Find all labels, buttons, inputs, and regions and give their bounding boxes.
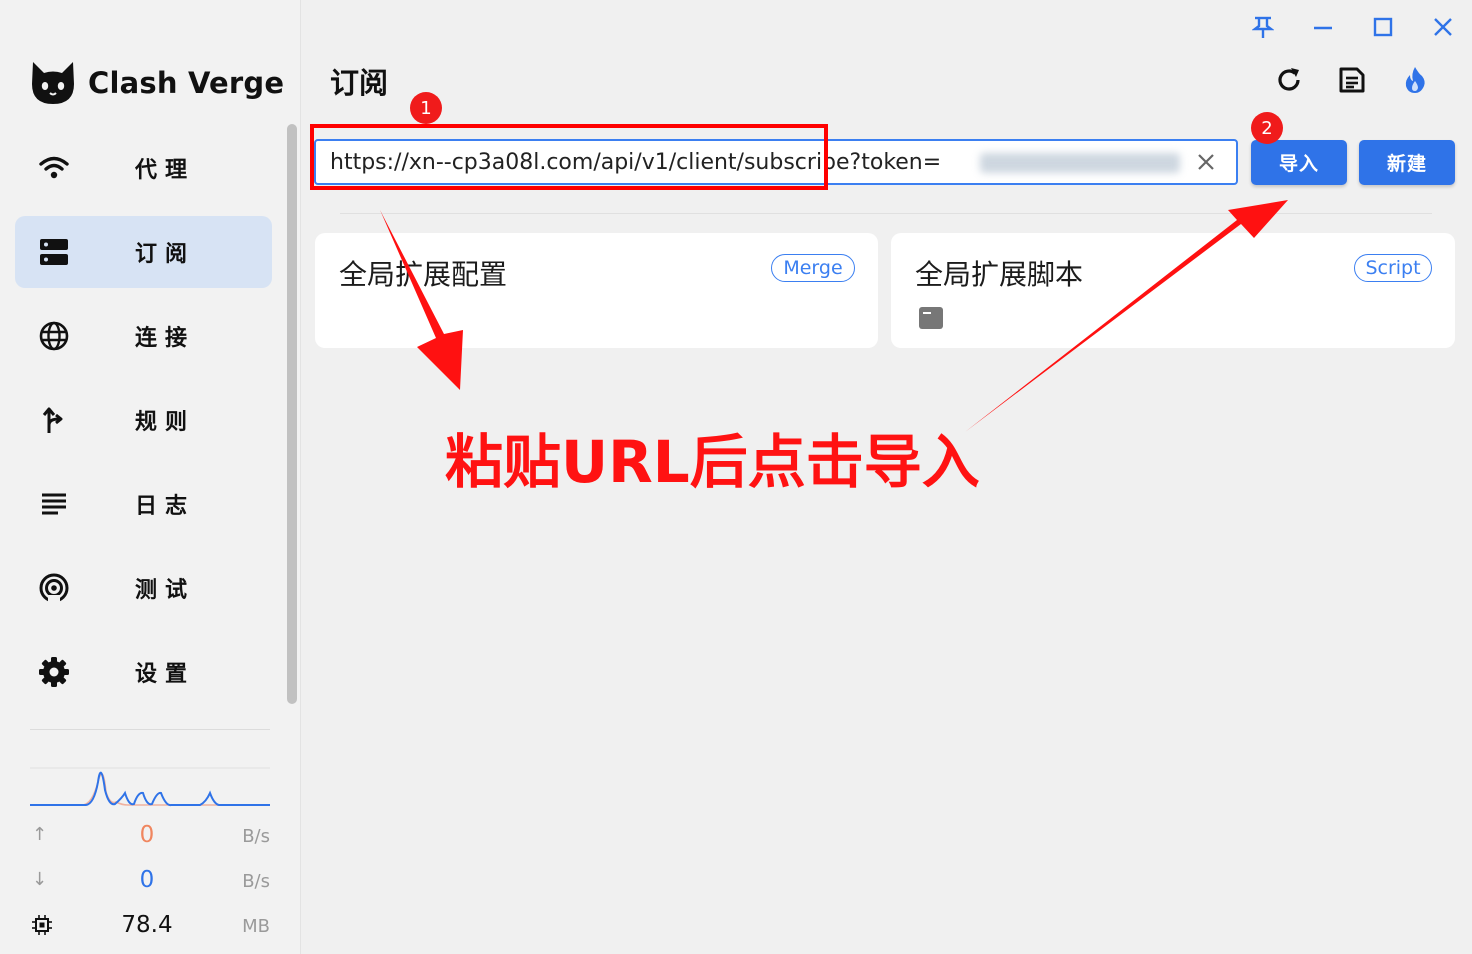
sidebar-item-settings[interactable]: 设置 [15, 636, 272, 708]
sidebar-item-rules[interactable]: 规则 [15, 384, 272, 456]
memory-value: 78.4 [121, 912, 173, 938]
upload-value: 0 [139, 822, 155, 848]
callout-text: 粘贴URL后点击导入 [445, 428, 980, 496]
merge-tag[interactable]: Merge [771, 254, 855, 282]
cat-logo-icon [32, 62, 74, 104]
upload-stat: ↑ 0 B/s [30, 822, 270, 852]
sidebar-item-label: 设置 [135, 662, 196, 687]
step-badge-2: 2 [1251, 112, 1283, 144]
sidebar-item-logs[interactable]: 日志 [15, 468, 272, 540]
dns-icon [37, 235, 71, 269]
sidebar-scrollbar[interactable] [287, 124, 297, 704]
sidebar-item-proxy[interactable]: 代理 [15, 132, 272, 204]
memory-chip-icon [32, 915, 52, 940]
divider [30, 729, 270, 730]
sidebar-item-label: 规则 [135, 410, 196, 435]
sidebar: Clash Verge 代理 订阅 连接 规则 日志 测试 设置 ↑ 0 B/s… [0, 0, 301, 954]
arrow-up-icon: ↑ [32, 824, 48, 845]
arrow-down-icon: ↓ [32, 869, 48, 890]
gear-icon [37, 655, 71, 689]
divider [340, 213, 1432, 214]
page-title: 订阅 [330, 66, 389, 100]
url-highlight-box [310, 124, 828, 190]
script-file-icon[interactable] [918, 306, 944, 330]
document-icon[interactable] [1336, 64, 1368, 96]
brand: Clash Verge [28, 58, 284, 108]
sidebar-item-label: 代理 [135, 158, 196, 183]
sidebar-item-label: 订阅 [135, 242, 196, 267]
memory-unit: MB [242, 916, 270, 937]
fork-icon [37, 403, 71, 437]
card-title: 全局扩展配置 [339, 258, 508, 291]
wifi-icon [37, 151, 71, 185]
profile-card-script[interactable]: 全局扩展脚本 Script [891, 233, 1455, 348]
sidebar-item-connections[interactable]: 连接 [15, 300, 272, 372]
download-stat: ↓ 0 B/s [30, 867, 270, 897]
minimize-icon[interactable] [1310, 14, 1336, 40]
traffic-graph [30, 767, 270, 807]
redacted-token [980, 153, 1180, 173]
new-button[interactable]: 新建 [1359, 140, 1455, 185]
sidebar-item-label: 连接 [135, 326, 196, 351]
profile-card-merge[interactable]: 全局扩展配置 Merge [315, 233, 878, 348]
script-tag[interactable]: Script [1354, 254, 1432, 282]
radar-icon [37, 571, 71, 605]
card-title: 全局扩展脚本 [915, 258, 1084, 291]
app-name: Clash Verge [88, 66, 285, 100]
refresh-icon[interactable] [1273, 64, 1305, 96]
sidebar-item-label: 日志 [135, 494, 196, 519]
clear-icon[interactable] [1194, 150, 1218, 174]
download-unit: B/s [242, 871, 270, 892]
sidebar-item-label: 测试 [135, 578, 196, 603]
upload-unit: B/s [242, 826, 270, 847]
sidebar-item-subscriptions[interactable]: 订阅 [15, 216, 272, 288]
step-badge-1: 1 [410, 92, 442, 124]
list-icon [37, 487, 71, 521]
fire-icon[interactable] [1399, 64, 1431, 96]
close-icon[interactable] [1430, 14, 1456, 40]
sidebar-nav: 代理 订阅 连接 规则 日志 测试 设置 [15, 132, 272, 720]
pin-icon[interactable] [1250, 14, 1276, 40]
memory-stat: 78.4 MB [30, 912, 270, 942]
sidebar-item-test[interactable]: 测试 [15, 552, 272, 624]
globe-icon [37, 319, 71, 353]
download-value: 0 [139, 867, 155, 893]
maximize-icon[interactable] [1370, 14, 1396, 40]
import-button[interactable]: 导入 [1251, 140, 1347, 185]
